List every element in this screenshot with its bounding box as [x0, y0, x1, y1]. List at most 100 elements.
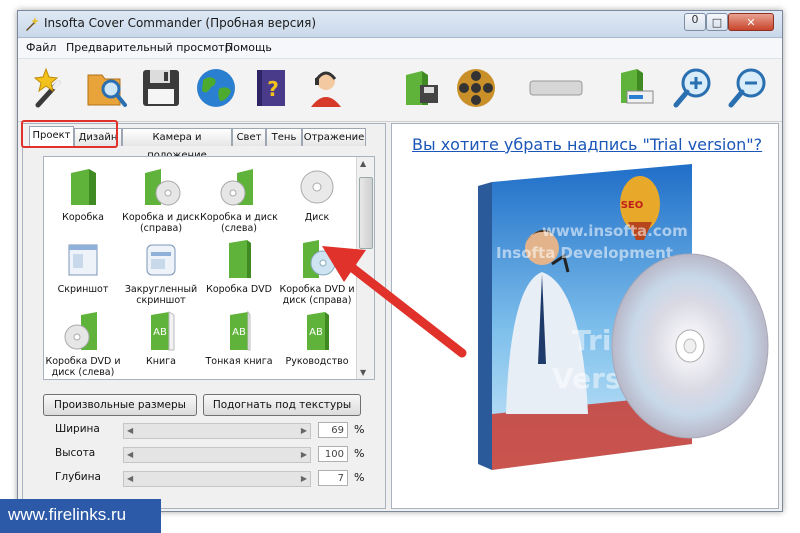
item-dvd-box-disc-right[interactable]: Коробка DVD и диск (справа) — [278, 237, 356, 306]
depth-unit: % — [354, 471, 365, 484]
dvd-box-disc-left-icon — [64, 312, 97, 350]
menu-help[interactable]: Помощь — [225, 41, 272, 54]
item-dvd-box[interactable]: Коробка DVD — [200, 237, 278, 295]
item-disc[interactable]: Диск — [278, 165, 356, 223]
menu-preview[interactable]: Предварительный просмотр — [66, 41, 232, 54]
item-label: Тонкая книга — [205, 356, 273, 367]
item-label: Скриншот — [57, 284, 109, 295]
model-list: Коробка Коробка и диск (справа) Коробка … — [43, 156, 375, 380]
tab-highlight-frame — [21, 120, 118, 148]
item-label: Коробка DVD — [206, 284, 272, 295]
render-box-icon[interactable] — [613, 65, 659, 111]
svg-text:AB: AB — [232, 327, 246, 338]
watermark-company: Insofta Development — [496, 244, 673, 262]
balloon-text: SEO — [621, 200, 644, 211]
svg-text:AB: AB — [153, 327, 167, 338]
item-box-disc-left[interactable]: Коробка и диск (слева) — [200, 165, 278, 234]
item-label: Коробка DVD и диск (справа) — [279, 284, 355, 306]
magic-wand-icon[interactable] — [28, 65, 74, 111]
blank-button-icon[interactable] — [528, 65, 584, 111]
box-disc-left-icon — [220, 169, 253, 206]
tab-camera-position[interactable]: Камера и положение — [122, 128, 232, 161]
close-icon: ✕ — [746, 16, 756, 29]
item-book[interactable]: AB Книга — [122, 309, 200, 367]
film-reel-icon[interactable] — [453, 65, 499, 111]
open-folder-icon[interactable] — [84, 65, 130, 111]
item-label: Руководство — [285, 356, 349, 367]
thin-book-icon: AB — [230, 310, 251, 351]
item-label: Коробка и диск (справа) — [122, 212, 200, 234]
dvd-box-disc-icon — [303, 240, 336, 278]
menu-file[interactable]: Файл — [26, 41, 56, 54]
settings-panel: Проект Дизайн Камера и положение Свет Те… — [22, 123, 386, 509]
site-watermark-text: www.firelinks.ru — [8, 505, 127, 524]
fit-textures-button[interactable]: Подогнать под текстуры — [203, 394, 361, 416]
depth-label: Глубина — [55, 471, 101, 483]
scroll-down-icon[interactable]: ▼ — [360, 368, 366, 377]
width-value[interactable]: 69 — [318, 422, 348, 438]
svg-text:AB: AB — [309, 327, 323, 338]
minimize-button[interactable]: 0 — [684, 13, 706, 31]
title-bar: Insofta Cover Commander (Пробная версия)… — [18, 11, 782, 38]
rounded-screenshot-icon — [146, 244, 176, 276]
globe-icon[interactable] — [193, 65, 239, 111]
maximize-icon: □ — [711, 16, 723, 29]
app-window: Insofta Cover Commander (Пробная версия)… — [17, 10, 783, 512]
scroll-up-icon[interactable]: ▲ — [360, 159, 366, 168]
item-box-disc-right[interactable]: Коробка и диск (справа) — [122, 165, 200, 234]
item-label: Коробка и диск (слева) — [200, 212, 278, 234]
item-box[interactable]: Коробка — [44, 165, 122, 223]
zoom-out-icon[interactable] — [725, 65, 771, 111]
tab-shadow[interactable]: Тень — [266, 128, 302, 146]
window-title: Insofta Cover Commander (Пробная версия) — [44, 16, 317, 30]
item-label: Книга — [146, 356, 176, 367]
height-label: Высота — [55, 447, 96, 459]
tab-light[interactable]: Свет — [232, 128, 266, 146]
menu-bar: Файл Предварительный просмотр Помощь — [18, 38, 782, 59]
screenshot-icon — [68, 244, 98, 276]
site-watermark: www.firelinks.ru — [0, 499, 161, 533]
height-unit: % — [354, 447, 365, 460]
cover-preview-image: www.insofta.com Insofta Development Tria… — [478, 164, 769, 470]
tab-reflection[interactable]: Отражение — [302, 128, 366, 146]
maximize-button[interactable]: □ — [706, 13, 728, 31]
custom-size-button[interactable]: Произвольные размеры — [43, 394, 197, 416]
item-screenshot[interactable]: Скриншот — [44, 237, 122, 295]
svg-text:?: ? — [267, 77, 279, 101]
toolbar: ? — [18, 59, 782, 122]
save-disk-icon[interactable] — [138, 65, 184, 111]
item-label: Коробка — [62, 212, 104, 223]
scroll-thumb[interactable] — [359, 177, 373, 249]
support-agent-icon[interactable] — [303, 65, 349, 111]
item-manual[interactable]: AB Руководство — [278, 309, 356, 367]
minimize-icon: 0 — [691, 13, 699, 26]
manual-icon: AB — [307, 312, 329, 350]
width-unit: % — [354, 423, 365, 436]
item-label: Закругленный скриншот — [124, 284, 198, 306]
item-thin-book[interactable]: AB Тонкая книга — [200, 309, 278, 367]
preview-pane: Вы хотите убрать надпись "Trial version"… — [391, 123, 779, 509]
depth-value[interactable]: 7 — [318, 470, 348, 486]
app-icon — [24, 16, 40, 32]
depth-slider[interactable]: ◀ ▶ — [123, 471, 311, 487]
item-rounded-screenshot[interactable]: Закругленный скриншот — [122, 237, 200, 306]
green-box-icon — [71, 169, 96, 205]
item-label: Диск — [304, 212, 330, 223]
dvd-box-icon — [229, 240, 251, 278]
book-icon: AB — [151, 311, 175, 351]
item-label: Коробка DVD и диск (слева) — [45, 356, 121, 378]
height-value[interactable]: 100 — [318, 446, 348, 462]
item-dvd-box-disc-left[interactable]: Коробка DVD и диск (слева) — [44, 309, 122, 378]
export-box-icon[interactable] — [398, 65, 444, 111]
width-slider[interactable]: ◀ ▶ — [123, 423, 311, 439]
watermark-url: www.insofta.com — [542, 222, 688, 240]
list-scrollbar[interactable]: ▲ ▼ — [356, 157, 374, 379]
box-disc-right-icon — [145, 169, 181, 206]
box-spine — [478, 182, 492, 470]
help-book-icon[interactable]: ? — [248, 65, 294, 111]
zoom-in-icon[interactable] — [670, 65, 716, 111]
width-label: Ширина — [55, 423, 100, 435]
disc-icon — [300, 170, 334, 204]
close-button[interactable]: ✕ — [728, 13, 774, 31]
height-slider[interactable]: ◀ ▶ — [123, 447, 311, 463]
